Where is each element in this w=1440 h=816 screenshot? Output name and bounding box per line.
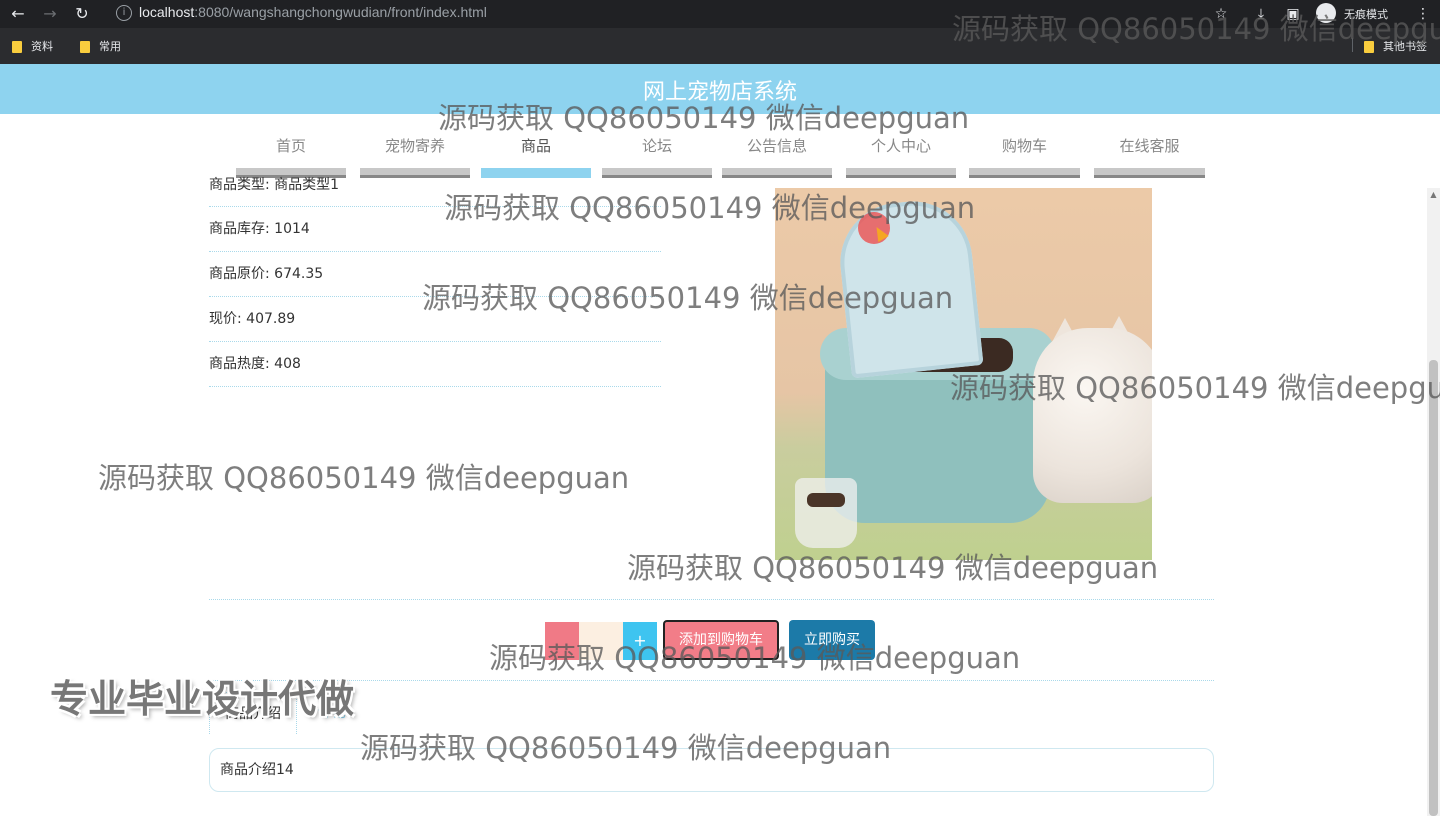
scroll-up-icon[interactable]: ▲ [1427, 188, 1440, 202]
nav-label: 宠物寄养 [384, 137, 445, 155]
detail-label: 商品热度 [209, 356, 265, 372]
back-icon[interactable]: ← [8, 4, 28, 24]
detail-label: 现价 [209, 311, 237, 327]
bookmark-label: 其他书签 [1383, 40, 1427, 53]
detail-row-type: 商品类型: 商品类型1 [209, 170, 661, 207]
quantity-input[interactable] [579, 622, 623, 660]
product-image [775, 188, 1152, 560]
nav-label: 公告信息 [746, 137, 807, 155]
url-host: localhost [139, 4, 195, 20]
site-title: 网上宠物店系统 [642, 80, 797, 105]
nav-label: 在线客服 [1119, 137, 1180, 155]
folder-icon [12, 41, 22, 53]
nav-label: 商品 [520, 137, 551, 155]
url-path: :8080/wangshangchongwudian/front/index.h… [194, 4, 487, 20]
detail-label: 商品原价 [209, 266, 265, 282]
nav-announcements[interactable]: 公告信息 [722, 130, 832, 178]
bookmark-star-icon[interactable]: ☆ [1212, 5, 1230, 23]
incognito-icon[interactable] [1316, 3, 1336, 23]
scrollbar-thumb[interactable] [1429, 360, 1438, 816]
divider [209, 680, 1214, 681]
nav-label: 首页 [275, 137, 306, 155]
buy-now-button[interactable]: 立即购买 [789, 620, 875, 660]
url-text[interactable]: localhost:8080/wangshangchongwudian/fron… [139, 4, 487, 20]
detail-row-current-price: 现价: 407.89 [209, 297, 661, 342]
bookmark-label: 常用 [99, 40, 121, 53]
add-to-cart-button[interactable]: 添加到购物车 [663, 620, 779, 660]
bin-lid [834, 195, 984, 379]
reload-icon[interactable]: ↻ [72, 4, 92, 24]
forward-icon[interactable]: → [40, 4, 60, 24]
product-intro-content: 商品介绍14 [209, 748, 1214, 792]
detail-value: 1014 [274, 221, 310, 237]
incognito-label[interactable]: 无痕模式 [1344, 6, 1388, 22]
nav-cart[interactable]: 购物车 [969, 130, 1080, 178]
detail-label: 商品库存 [209, 221, 265, 237]
bookmark-folder-ziliao[interactable]: 资料 [12, 38, 53, 54]
nav-underline [969, 168, 1080, 178]
bookmark-folder-other[interactable]: 其他书签 [1364, 38, 1427, 54]
bookmark-label: 资料 [31, 40, 53, 53]
watermark: 源码获取 QQ86050149 微信deepguan [98, 461, 630, 495]
scoop-cup [795, 478, 857, 548]
nav-underline [1094, 168, 1205, 178]
quantity-decrease-button[interactable] [545, 622, 579, 660]
detail-value: 407.89 [246, 311, 296, 327]
detail-text: 商品类型: 商品类型1 [209, 177, 340, 193]
detail-row-popularity: 商品热度: 408 [209, 342, 661, 387]
nav-underline [722, 168, 832, 178]
detail-value: 674.35 [274, 266, 324, 282]
cat [1033, 328, 1152, 503]
bookmarks-bar [0, 28, 1440, 64]
menu-icon[interactable]: ⋮ [1414, 5, 1432, 23]
window-icon[interactable]: ▣ [1284, 5, 1302, 23]
quantity-increase-button[interactable]: + [623, 622, 657, 660]
nav-underline [846, 168, 956, 178]
nav-label: 个人中心 [870, 137, 931, 155]
folder-icon [80, 41, 90, 53]
promo-overlay: 专业毕业设计代做 [50, 677, 355, 721]
download-icon[interactable]: ⤓ [1252, 5, 1270, 23]
nav-customer-service[interactable]: 在线客服 [1094, 130, 1205, 178]
folder-icon [1364, 41, 1374, 53]
nav-label: 论坛 [641, 137, 672, 155]
nav-personal-center[interactable]: 个人中心 [846, 130, 956, 178]
divider [209, 599, 1214, 600]
nav-label: 购物车 [1001, 137, 1047, 155]
scoop-food [807, 493, 845, 507]
bookmark-folder-changyong[interactable]: 常用 [80, 38, 121, 54]
detail-row-original-price: 商品原价: 674.35 [209, 252, 661, 297]
bookmark-separator [1352, 38, 1353, 52]
detail-value: 408 [274, 356, 301, 372]
site-info-icon[interactable]: i [116, 5, 132, 21]
detail-row-stock: 商品库存: 1014 [209, 207, 661, 252]
